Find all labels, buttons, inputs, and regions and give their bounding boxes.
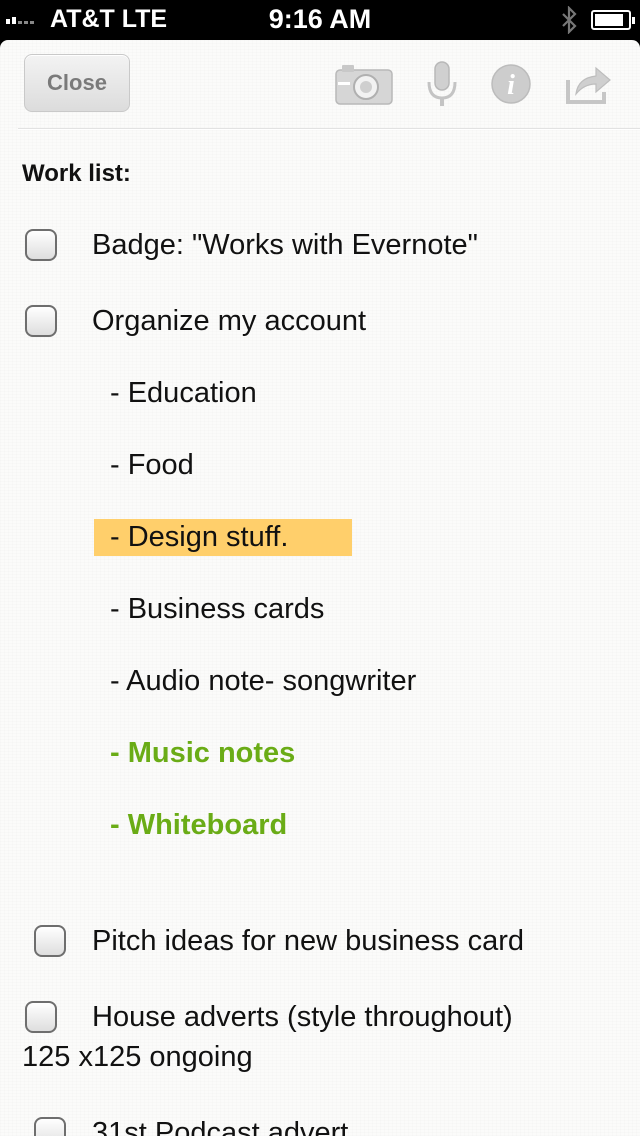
checklist-item-label: Pitch ideas for new business card <box>92 925 524 957</box>
checklist-item-label: House adverts (style throughout) <box>92 1001 513 1033</box>
camera-icon[interactable] <box>334 62 394 106</box>
checklist-item-continuation: 125 x125 ongoing <box>22 1041 253 1073</box>
sub-item: - Audio note- songwriter <box>110 665 417 697</box>
checkbox[interactable] <box>34 925 66 957</box>
note-heading: Work list: <box>22 160 131 187</box>
status-bar: AT&T LTE 9:16 AM <box>0 0 640 40</box>
sub-item: - Education <box>110 377 257 409</box>
checklist-item-label: 31st Podcast advert <box>92 1117 349 1136</box>
sub-item: - Food <box>110 449 194 481</box>
checkbox[interactable] <box>34 1117 66 1136</box>
microphone-icon[interactable] <box>424 60 460 110</box>
checkbox[interactable] <box>25 1001 57 1033</box>
bluetooth-icon <box>562 6 577 34</box>
checkbox[interactable] <box>25 229 57 261</box>
checklist-item-label: Organize my account <box>92 305 367 337</box>
checklist-item-label: Badge: "Works with Evernote" <box>92 229 478 261</box>
checkbox[interactable] <box>25 305 57 337</box>
share-icon[interactable] <box>564 62 614 106</box>
close-button[interactable]: Close <box>24 54 130 112</box>
sub-item: - Business cards <box>110 593 325 625</box>
sub-item-green: - Whiteboard <box>110 809 288 841</box>
battery-icon <box>591 10 635 30</box>
toolbar-divider <box>18 128 640 130</box>
svg-text:i: i <box>507 70 515 101</box>
info-icon[interactable]: i <box>490 63 532 105</box>
sub-item-highlighted: - Design stuff. <box>110 521 289 553</box>
clock: 9:16 AM <box>268 4 372 34</box>
note-paper: Close i Work list: Badge: "Works with Ev… <box>0 40 640 1136</box>
sub-item-green: - Music notes <box>110 737 296 769</box>
